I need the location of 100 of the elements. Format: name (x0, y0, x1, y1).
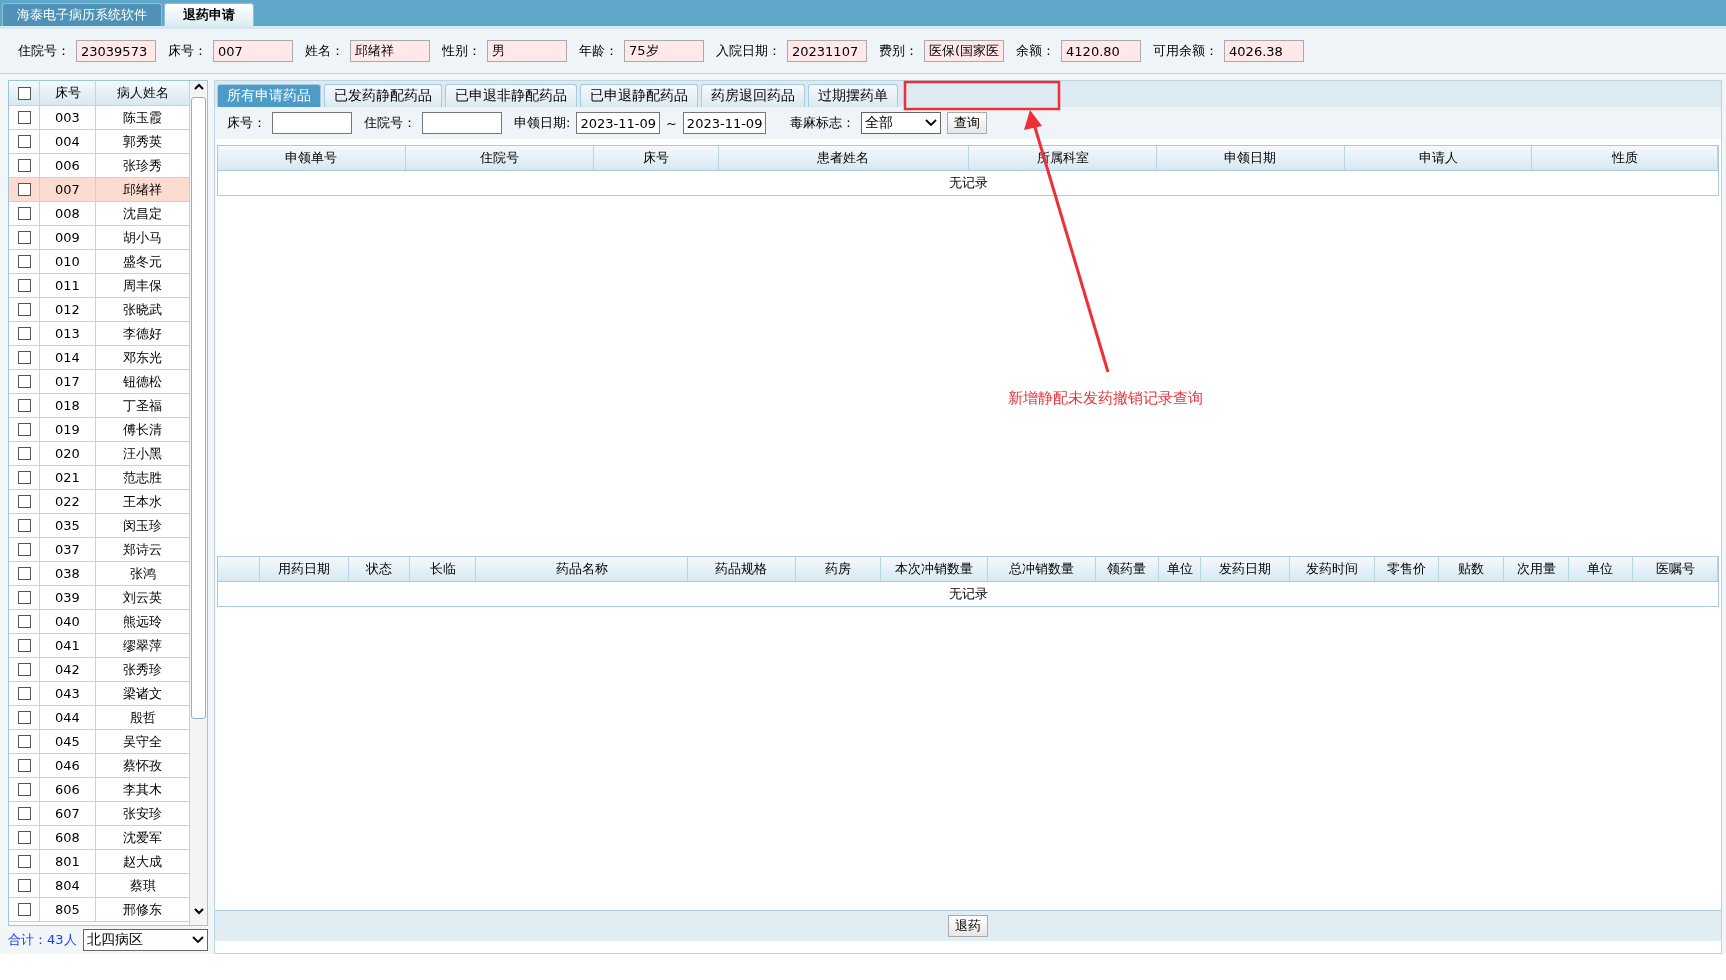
patient-row[interactable]: 045 吴守全 (9, 730, 189, 754)
checkbox[interactable] (17, 159, 31, 172)
patient-row[interactable]: 035 闵玉珍 (9, 514, 189, 538)
patient-row[interactable]: 018 丁圣福 (9, 394, 189, 418)
checkbox[interactable] (17, 639, 31, 652)
checkbox[interactable] (17, 351, 31, 364)
patient-row[interactable]: 007 邱绪祥 (9, 178, 189, 202)
date-field[interactable]: 2023-11-09 (682, 112, 767, 134)
patient-row[interactable]: 010 盛冬元 (9, 250, 189, 274)
patient-row[interactable]: 021 范志胜 (9, 466, 189, 490)
checkbox[interactable] (17, 735, 31, 748)
checkbox[interactable] (17, 807, 31, 820)
checkbox[interactable] (17, 399, 31, 412)
column-header: 发药时间 (1289, 557, 1375, 581)
column-header: 贴数 (1439, 557, 1505, 581)
ward-dropdown[interactable]: 北四病区 (82, 929, 208, 952)
patient-row[interactable]: 041 缪翠萍 (9, 634, 189, 658)
return-button[interactable]: 退药 (948, 915, 988, 937)
checkbox[interactable] (17, 111, 31, 124)
patient-row[interactable]: 046 蔡怀孜 (9, 754, 189, 778)
checkbox[interactable] (17, 231, 31, 244)
patient-row[interactable]: 008 沈昌定 (9, 202, 189, 226)
patient-row[interactable]: 039 刘云英 (9, 586, 189, 610)
patient-row[interactable]: 044 殷哲 (9, 706, 189, 730)
checkbox[interactable] (17, 447, 31, 460)
patient-row[interactable]: 043 梁诸文 (9, 682, 189, 706)
patient-row[interactable]: 037 郑诗云 (9, 538, 189, 562)
name-cell-text: 刘云英 (122, 588, 163, 607)
checkbox[interactable] (17, 135, 31, 148)
patient-row[interactable]: 020 汪小黑 (9, 442, 189, 466)
checkbox[interactable] (17, 255, 31, 268)
checkbox[interactable] (17, 183, 31, 196)
bed-cell: 035 (40, 514, 96, 537)
checkbox[interactable] (17, 615, 31, 628)
patient-row[interactable]: 004 郭秀英 (9, 130, 189, 154)
checkbox[interactable] (17, 855, 31, 868)
caret-icon[interactable] (192, 936, 204, 945)
patient-row[interactable]: 013 李德好 (9, 322, 189, 346)
bed-cell: 041 (40, 634, 96, 657)
tab[interactable]: 药房退回药品 (701, 84, 805, 107)
checkbox[interactable] (17, 711, 31, 724)
patient-row[interactable]: 606 李其木 (9, 778, 189, 802)
patient-row[interactable]: 805 邢修东 (9, 898, 189, 922)
info-field: 20231107 (787, 40, 867, 62)
checkbox[interactable] (17, 543, 31, 556)
narcotic-dropdown[interactable]: 全部 (861, 112, 942, 134)
window-tab[interactable]: 退药申请 (164, 3, 254, 26)
checkbox[interactable] (17, 591, 31, 604)
patient-row[interactable]: 022 王本水 (9, 490, 189, 514)
checkbox[interactable] (17, 207, 31, 220)
field-label: 床号： (168, 42, 207, 60)
checkbox[interactable] (17, 663, 31, 676)
patient-row[interactable]: 042 张秀珍 (9, 658, 189, 682)
name-cell-text: 熊远玲 (122, 612, 163, 631)
tab[interactable]: 已发药静配药品 (324, 84, 442, 107)
name-cell-text: 郭秀英 (122, 132, 163, 151)
patient-row[interactable]: 608 沈爱军 (9, 826, 189, 850)
patient-row[interactable]: 017 钮德松 (9, 370, 189, 394)
bed-field[interactable] (272, 112, 352, 134)
bed-cell: 043 (40, 682, 96, 705)
checkbox[interactable] (17, 687, 31, 700)
patient-row[interactable]: 003 陈玉霞 (9, 106, 189, 130)
caret-icon[interactable] (925, 119, 938, 127)
tab[interactable]: 过期摆药单 (808, 84, 898, 107)
patient-row[interactable]: 038 张鸿 (9, 562, 189, 586)
patient-row[interactable]: 009 胡小马 (9, 226, 189, 250)
bed-cell: 608 (40, 826, 96, 849)
checkbox[interactable] (17, 567, 31, 580)
query-button[interactable]: 查询 (947, 112, 988, 134)
checkbox[interactable] (17, 519, 31, 532)
checkbox[interactable] (17, 879, 31, 892)
bed-cell: 004 (40, 130, 96, 153)
date-field[interactable]: 2023-11-09 (576, 112, 660, 134)
patient-row[interactable]: 019 傅长清 (9, 418, 189, 442)
checkbox[interactable] (17, 759, 31, 772)
checkbox[interactable] (17, 783, 31, 796)
patient-row[interactable]: 801 赵大成 (9, 850, 189, 874)
checkbox[interactable] (17, 279, 31, 292)
patient-row[interactable]: 607 张安珍 (9, 802, 189, 826)
date-separator: ~ (665, 115, 677, 131)
patient-row[interactable]: 012 张晓武 (9, 298, 189, 322)
checkbox[interactable] (17, 303, 31, 316)
checkbox[interactable] (17, 86, 31, 100)
patient-row[interactable]: 804 蔡琪 (9, 874, 189, 898)
patient-row[interactable]: 011 周丰保 (9, 274, 189, 298)
checkbox[interactable] (17, 423, 31, 436)
tab[interactable]: 已申退静配药品 (580, 84, 698, 107)
patient-row[interactable]: 040 熊远玲 (9, 610, 189, 634)
bed-cell: 007 (40, 178, 96, 201)
checkbox[interactable] (17, 327, 31, 340)
tab[interactable]: 已申退非静配药品 (445, 84, 577, 107)
checkbox[interactable] (17, 903, 31, 916)
checkbox[interactable] (17, 471, 31, 484)
info-field: 75岁 (624, 40, 704, 62)
bed-cell: 021 (40, 466, 96, 489)
patient-row[interactable]: 014 邓东光 (9, 346, 189, 370)
inpatient-field[interactable] (422, 112, 502, 134)
checkbox[interactable] (17, 375, 31, 388)
checkbox[interactable] (17, 831, 31, 844)
checkbox[interactable] (17, 495, 31, 508)
